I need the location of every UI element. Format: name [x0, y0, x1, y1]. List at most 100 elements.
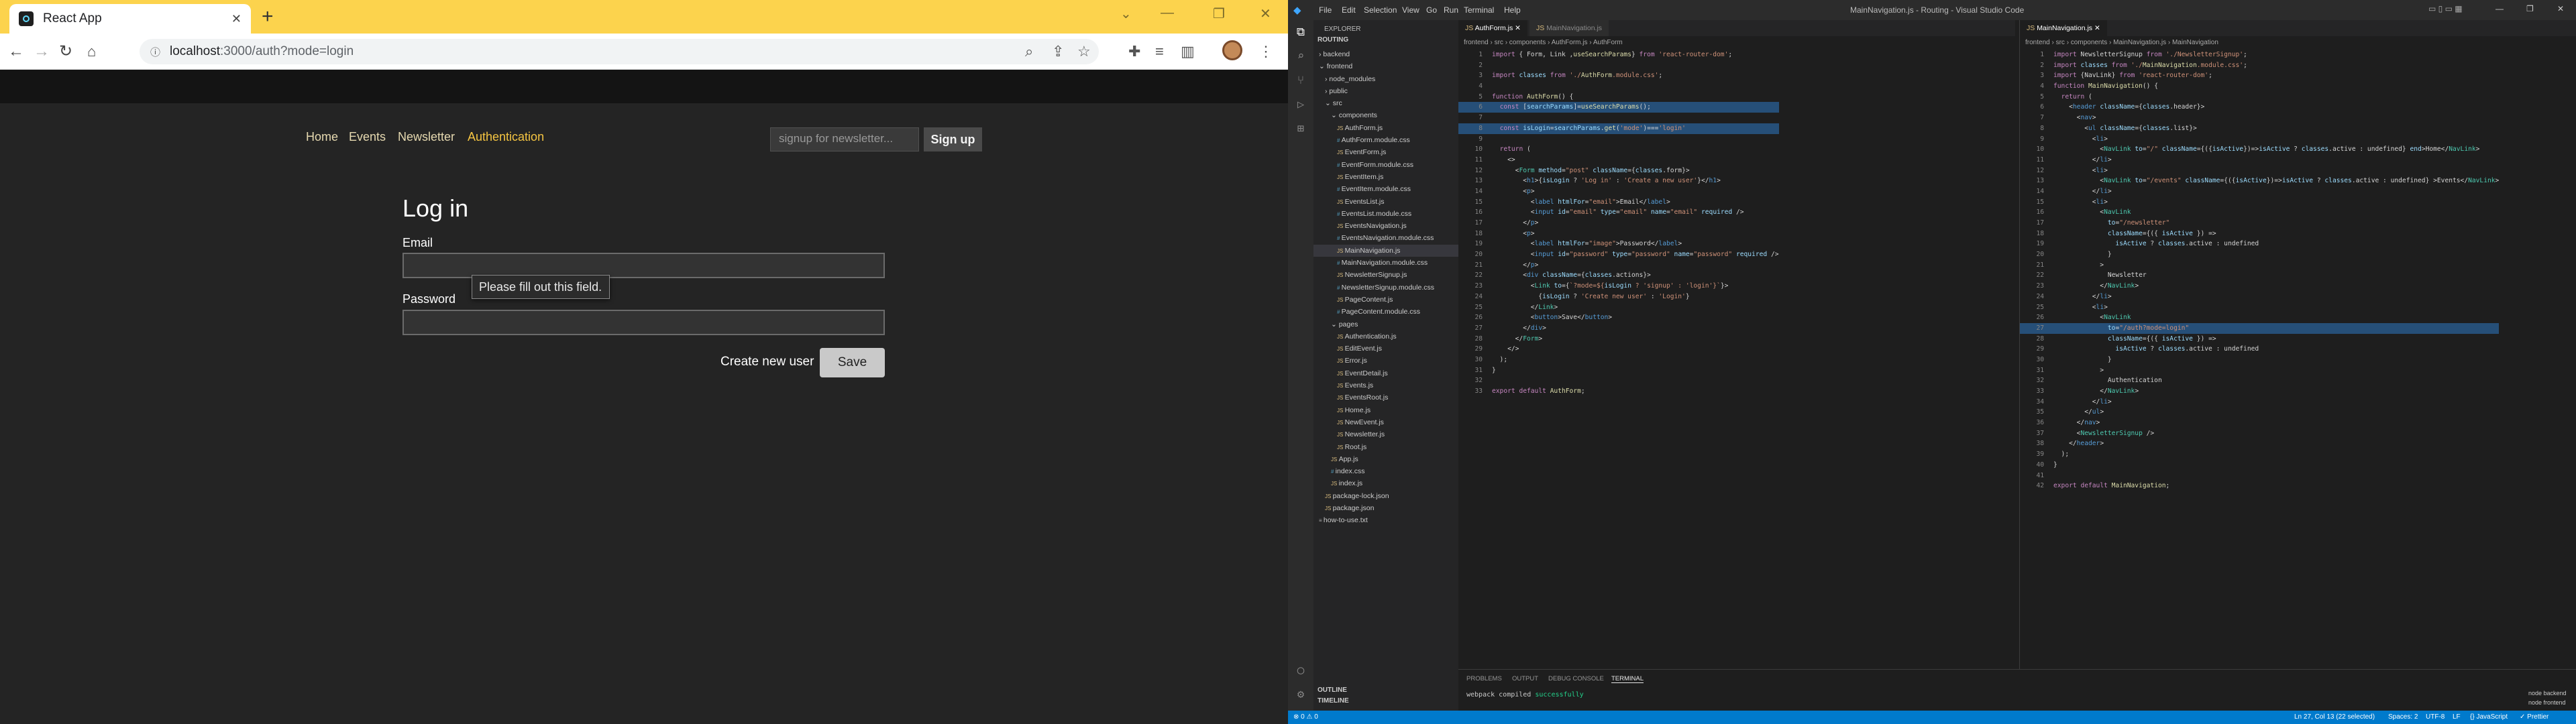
code-line[interactable]: 24 </li>	[2020, 292, 2499, 302]
menu-help[interactable]: Help	[1504, 5, 1521, 15]
restore-icon[interactable]: ❐	[2526, 4, 2534, 13]
code-line[interactable]: 32 Authentication	[2020, 375, 2499, 386]
code-line[interactable]: 20 <input id="password" type="password" …	[1458, 249, 1778, 260]
newsletter-email-input[interactable]: signup for newsletter...	[770, 127, 919, 152]
code-line[interactable]: 41	[2020, 471, 2499, 481]
code-line[interactable]: 17 </p>	[1458, 218, 1779, 229]
menu-go[interactable]: Go	[1426, 5, 1437, 15]
chevron-down-icon[interactable]: ⌄	[1120, 5, 1132, 22]
code-line[interactable]: 33 </NavLink>	[2020, 386, 2499, 397]
code-line[interactable]: 25 </Link>	[1458, 302, 1779, 313]
restore-icon[interactable]: ❐	[1213, 5, 1225, 22]
tree-file[interactable]: JS Authentication.js	[1313, 330, 1458, 343]
password-field[interactable]	[402, 310, 885, 335]
nav-link-home[interactable]: Home	[306, 130, 338, 144]
share-icon[interactable]: ⇪	[1052, 43, 1064, 60]
code-line[interactable]: 16 <NavLink	[2020, 207, 2499, 218]
code-line[interactable]: 37 <NewsletterSignup />	[2020, 428, 2499, 439]
tree-file[interactable]: JS EventDetail.js	[1313, 367, 1458, 379]
media-icon[interactable]: ≡	[1155, 43, 1164, 60]
code-line[interactable]: 27 to="/auth?mode=login"	[2020, 322, 2500, 334]
code-line[interactable]: 9 <li>	[2020, 134, 2499, 145]
tree-folder[interactable]: › public	[1313, 85, 1458, 97]
code-line[interactable]: 19 <label htmlFor="image">Password</labe…	[1458, 239, 1779, 249]
run-debug-icon[interactable]: ▷	[1294, 98, 1307, 111]
workspace-section[interactable]: ROUTING	[1318, 36, 1348, 44]
save-button[interactable]: Save	[820, 348, 885, 377]
tree-file[interactable]: # index.css	[1313, 465, 1458, 477]
tree-file[interactable]: JS App.js	[1313, 453, 1458, 465]
timeline-section[interactable]: TIMELINE	[1318, 697, 1349, 705]
code-line[interactable]: 20 }	[2020, 249, 2499, 260]
tree-file[interactable]: # EventsList.module.css	[1313, 208, 1458, 220]
code-line[interactable]: 31 >	[2020, 365, 2499, 376]
code-line[interactable]: 23 <Link to={`?mode=${isLogin ? 'signup'…	[1458, 281, 1779, 292]
code-line[interactable]: 30 }	[2020, 355, 2499, 365]
tab-mainnavigation-right[interactable]: JS MainNavigation.js ✕	[2020, 20, 2107, 36]
forward-icon[interactable]: →	[34, 42, 50, 62]
tree-file[interactable]: JS EventsList.js	[1313, 196, 1458, 208]
code-line[interactable]: 19 isActive ? classes.active : undefined	[2020, 239, 2499, 249]
extensions-icon[interactable]: ⊞	[1294, 122, 1307, 135]
code-line[interactable]: 22 Newsletter	[2020, 270, 2499, 281]
tree-folder[interactable]: ⌄ components	[1313, 109, 1458, 121]
tree-file[interactable]: JS Home.js	[1313, 404, 1458, 416]
create-new-user-link[interactable]: Create new user	[720, 355, 814, 369]
tree-folder[interactable]: ⌄ frontend	[1313, 60, 1458, 72]
code-line[interactable]: 21 </p>	[1458, 260, 1779, 271]
tree-file[interactable]: JS Events.js	[1313, 379, 1458, 391]
code-line[interactable]: 35 </ul>	[2020, 407, 2499, 418]
code-line[interactable]: 2 import classes from './MainNavigation.m…	[2020, 60, 2499, 71]
code-line[interactable]: 29 isActive ? classes.active : undefined	[2020, 344, 2499, 355]
zoom-icon[interactable]: ⌕	[1025, 43, 1033, 60]
nav-link-events[interactable]: Events	[349, 130, 386, 144]
address-bar[interactable]: ⓘ localhost:3000/auth?mode=login	[140, 39, 1099, 64]
code-line[interactable]: 18 <p>	[1458, 229, 1779, 239]
code-line[interactable]: 12 <Form method="post" className={classe…	[1458, 166, 1779, 176]
code-line[interactable]: 1 import { Form, Link ,useSearchParams} f…	[1458, 50, 1779, 60]
tree-file[interactable]: JS package.json	[1313, 502, 1458, 514]
code-line[interactable]: 14 <p>	[1458, 186, 1779, 197]
tree-file[interactable]: # PageContent.module.css	[1313, 306, 1458, 318]
source-control-icon[interactable]: ⑂	[1294, 74, 1307, 87]
code-line[interactable]: 34 </li>	[2020, 397, 2499, 408]
tree-file[interactable]: # AuthForm.module.css	[1313, 134, 1458, 146]
panel-tab-problems[interactable]: PROBLEMS	[1466, 675, 1502, 682]
tree-file[interactable]: JS EditEvent.js	[1313, 343, 1458, 355]
code-line[interactable]: 17 to="/newsletter"	[2020, 218, 2499, 229]
code-line[interactable]: 18 className={({ isActive }) =>	[2020, 229, 2499, 239]
menu-view[interactable]: View	[1402, 5, 1419, 15]
explorer-icon[interactable]: ⧉	[1294, 25, 1307, 39]
code-line[interactable]: 1 import NewsletterSignup from './Newslet…	[2020, 50, 2499, 60]
tree-folder[interactable]: › backend	[1313, 48, 1458, 60]
code-line[interactable]: 28 </Form>	[1458, 334, 1779, 345]
info-icon[interactable]: ⓘ	[150, 45, 160, 59]
nav-link-newsletter[interactable]: Newsletter	[398, 130, 455, 144]
newsletter-signup-button[interactable]: Sign up	[924, 127, 982, 152]
tree-folder[interactable]: › node_modules	[1313, 73, 1458, 85]
terminal-list[interactable]: node backend node frontend	[2528, 688, 2567, 707]
code-editor-left[interactable]: 1 import { Form, Link ,useSearchParams} f…	[1458, 50, 1779, 397]
extensions-icon[interactable]: ✚	[1128, 43, 1140, 60]
search-icon[interactable]: ⌕	[1294, 50, 1307, 63]
code-line[interactable]: 31}	[1458, 365, 1779, 376]
code-line[interactable]: 7 <nav>	[2020, 113, 2499, 123]
code-line[interactable]: 13 <h1>{isLogin ? 'Log in' : 'Create a n…	[1458, 176, 1779, 186]
code-line[interactable]: 27 </div>	[1458, 323, 1779, 334]
breadcrumb[interactable]: frontend › src › components › AuthForm.j…	[1464, 39, 1623, 46]
status-indent[interactable]: Spaces: 2	[2388, 711, 2418, 724]
status-problems[interactable]: ⊗ 0 ⚠ 0	[1293, 711, 1318, 724]
code-line[interactable]: 2	[1458, 60, 1779, 71]
code-line[interactable]: 23 </NavLink>	[2020, 281, 2499, 292]
side-panel-icon[interactable]: ▥	[1181, 43, 1195, 60]
code-line[interactable]: 39 );	[2020, 449, 2499, 460]
code-line[interactable]: 5 return (	[2020, 92, 2499, 103]
tree-file[interactable]: JS Error.js	[1313, 355, 1458, 367]
home-icon[interactable]: ⌂	[87, 42, 96, 62]
code-line[interactable]: 30 );	[1458, 355, 1779, 365]
code-editor-right[interactable]: 1 import NewsletterSignup from './Newslet…	[2020, 50, 2500, 491]
tree-folder[interactable]: ⌄ pages	[1313, 318, 1458, 330]
code-line[interactable]: 4 function MainNavigation() {	[2020, 81, 2499, 92]
outline-section[interactable]: OUTLINE	[1318, 686, 1347, 694]
tree-file[interactable]: JS EventsNavigation.js	[1313, 220, 1458, 232]
